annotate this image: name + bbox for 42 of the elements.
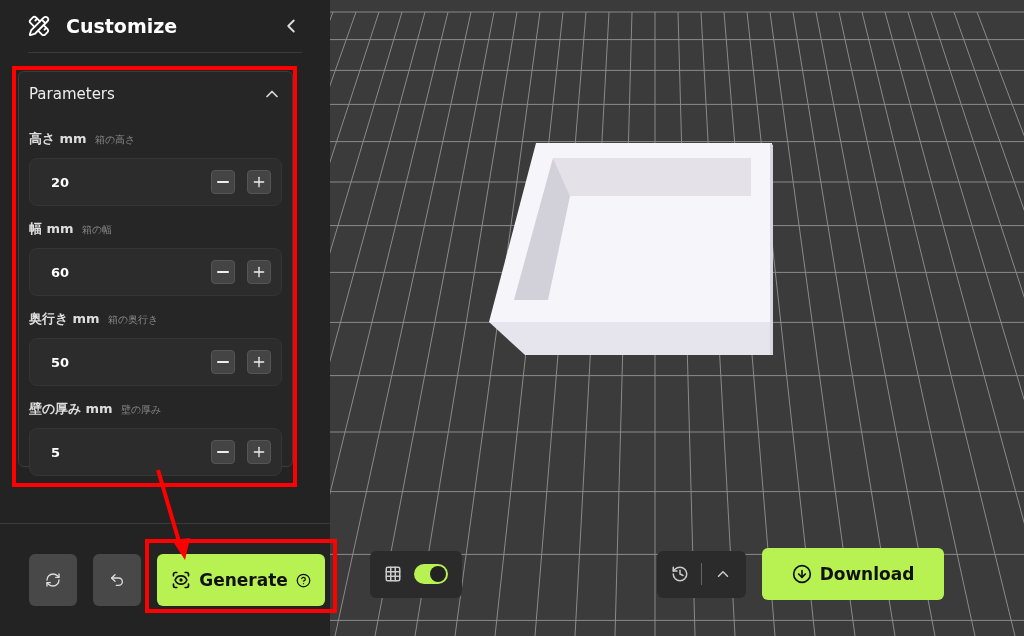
refresh-icon bbox=[45, 572, 61, 588]
decrement-button[interactable] bbox=[211, 350, 235, 374]
parameter-label: 壁の厚み mm bbox=[29, 400, 113, 418]
refresh-button[interactable] bbox=[29, 554, 77, 606]
plus-icon bbox=[251, 174, 267, 190]
plus-icon bbox=[251, 264, 267, 280]
scan-eye-icon bbox=[171, 570, 192, 590]
value-input[interactable]: 5 bbox=[49, 443, 199, 461]
decrement-button[interactable] bbox=[211, 440, 235, 464]
download-button[interactable]: Download bbox=[762, 548, 944, 600]
parameter-hint: 箱の幅 bbox=[81, 223, 112, 237]
increment-button[interactable] bbox=[247, 440, 271, 464]
increment-button[interactable] bbox=[247, 170, 271, 194]
parameter-hint: 壁の厚み bbox=[120, 403, 161, 417]
ruler-pencil-icon bbox=[28, 15, 50, 37]
minus-icon bbox=[217, 271, 229, 273]
increment-button[interactable] bbox=[247, 350, 271, 374]
parameter-label: 奥行き mm bbox=[29, 310, 100, 328]
minus-icon bbox=[217, 181, 229, 183]
value-input[interactable]: 50 bbox=[49, 353, 199, 371]
decrement-button[interactable] bbox=[211, 170, 235, 194]
increment-button[interactable] bbox=[247, 260, 271, 284]
grid-toggle[interactable] bbox=[414, 564, 448, 584]
parameter-hint: 箱の高さ bbox=[94, 133, 135, 147]
value-input[interactable]: 60 bbox=[49, 263, 199, 281]
help-icon bbox=[295, 572, 311, 588]
undo-icon bbox=[109, 572, 125, 588]
panel-title: Customize bbox=[66, 15, 179, 37]
generate-button[interactable]: Generate bbox=[157, 554, 325, 606]
parameter-label: 高さ mm bbox=[29, 130, 87, 148]
download-icon bbox=[791, 564, 812, 584]
history-icon[interactable] bbox=[671, 565, 689, 583]
parameter-hint: 箱の奥行き bbox=[107, 313, 158, 327]
value-input[interactable]: 20 bbox=[49, 173, 199, 191]
section-title: Parameters bbox=[29, 85, 115, 103]
plus-icon bbox=[251, 354, 267, 370]
minus-icon bbox=[217, 361, 229, 363]
decrement-button[interactable] bbox=[211, 260, 235, 284]
minus-icon bbox=[217, 451, 229, 453]
parameter-label: 幅 mm bbox=[29, 220, 74, 238]
plus-icon bbox=[251, 444, 267, 460]
grid-icon bbox=[384, 565, 402, 583]
